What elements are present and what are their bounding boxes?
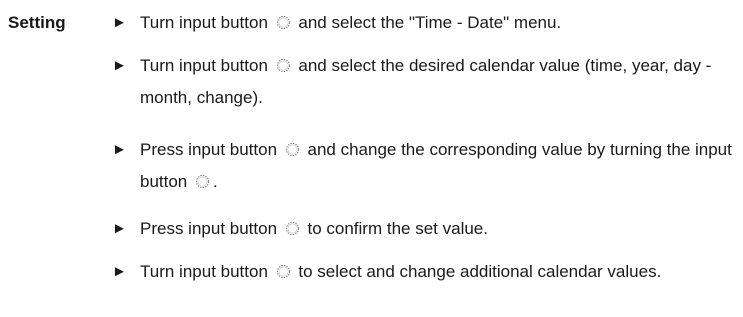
input-button-icon	[195, 174, 210, 189]
step-text: Turn input button	[140, 262, 268, 281]
instruction-step: ► Turn input button and select the desir…	[112, 50, 732, 114]
section-heading: Setting	[8, 13, 66, 32]
input-button-icon	[276, 58, 290, 73]
step-text: Turn input button	[140, 56, 268, 75]
bullet-arrow-icon: ►	[112, 141, 127, 158]
step-text: Press input button	[140, 140, 278, 159]
bullet-arrow-icon: ►	[112, 57, 127, 74]
step-text: and select the "Time - Date" menu.	[298, 13, 562, 32]
step-text: Turn input button	[140, 13, 268, 32]
bullet-arrow-icon: ►	[112, 14, 127, 31]
instruction-step: ► Press input button and change the corr…	[112, 134, 732, 198]
instruction-step: ► Press input button to confirm the set …	[112, 218, 732, 240]
step-text: Press input button	[140, 219, 278, 238]
bullet-arrow-icon: ►	[112, 220, 127, 237]
instruction-step: ► Turn input button and select the "Time…	[112, 12, 732, 34]
step-text: to select and change additional calendar…	[298, 262, 662, 281]
input-button-icon	[276, 15, 290, 30]
input-button-icon	[276, 264, 290, 279]
bullet-arrow-icon: ►	[112, 263, 127, 280]
input-button-icon	[285, 142, 299, 157]
step-text: to confirm the set value.	[307, 219, 488, 238]
instruction-list: ► Turn input button and select the "Time…	[112, 12, 732, 288]
input-button-icon	[285, 221, 299, 236]
step-text: .	[213, 172, 218, 191]
instruction-step: ► Turn input button to select and change…	[112, 256, 732, 288]
